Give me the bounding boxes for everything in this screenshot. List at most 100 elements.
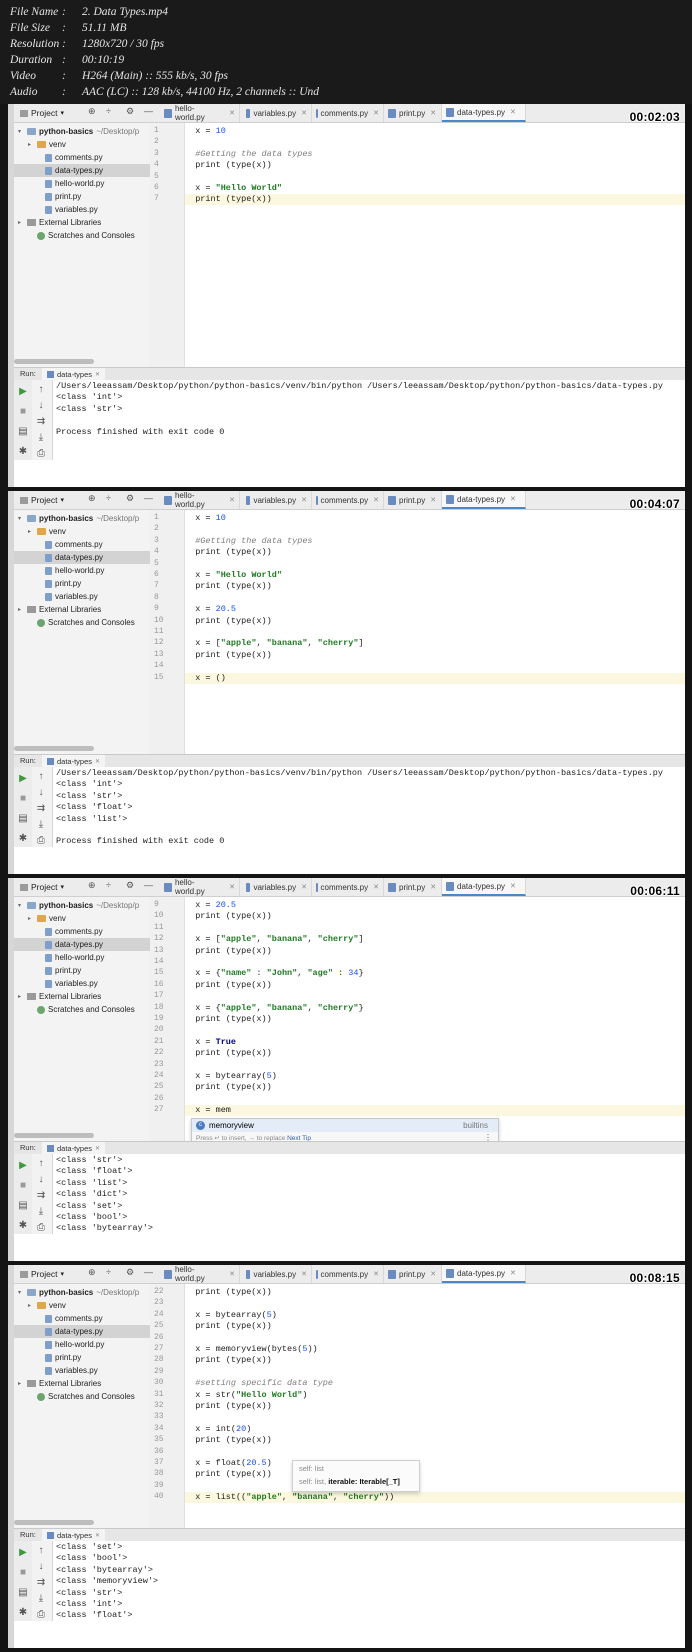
close-icon[interactable]: ✕: [301, 883, 307, 891]
horizontal-scrollbar[interactable]: [14, 1520, 94, 1525]
close-icon[interactable]: ✕: [510, 495, 516, 503]
tree-item[interactable]: data-types.py: [14, 551, 150, 564]
tree-item[interactable]: ▸ venv: [14, 912, 150, 925]
tree-item[interactable]: hello-world.py: [14, 951, 150, 964]
close-icon[interactable]: ✕: [301, 496, 307, 504]
close-icon[interactable]: ✕: [373, 1270, 379, 1278]
tree-item[interactable]: variables.py: [14, 977, 150, 990]
close-icon[interactable]: ✕: [229, 1270, 235, 1278]
close-icon[interactable]: ✕: [95, 371, 100, 378]
editor-tab[interactable]: variables.py ✕: [242, 1265, 312, 1283]
soft-wrap-icon[interactable]: ⇉: [35, 1190, 47, 1202]
tree-item[interactable]: comments.py: [14, 1312, 150, 1325]
down-arrow-icon[interactable]: ↓: [35, 400, 47, 412]
tree-item[interactable]: print.py: [14, 964, 150, 977]
crosshair-icon[interactable]: ⊕: [88, 1267, 96, 1278]
tree-item[interactable]: ▸ venv: [14, 1299, 150, 1312]
editor-tab[interactable]: hello-world.py ✕: [160, 878, 240, 896]
close-icon[interactable]: ✕: [229, 883, 235, 891]
tree-item[interactable]: data-types.py: [14, 1325, 150, 1338]
hide-icon[interactable]: —: [144, 493, 153, 503]
editor-tab[interactable]: variables.py ✕: [242, 491, 312, 509]
editor-tab[interactable]: hello-world.py ✕: [160, 491, 240, 509]
tree-root[interactable]: ▾ python-basics ~/Desktop/p: [14, 899, 150, 912]
editor-tab[interactable]: print.py ✕: [384, 1265, 442, 1283]
close-icon[interactable]: ✕: [430, 109, 436, 117]
stop-icon[interactable]: ■: [17, 1567, 29, 1579]
layout-icon[interactable]: ▤: [17, 1587, 29, 1599]
tree-external-libraries[interactable]: ▸ External Libraries: [14, 990, 150, 1003]
tree-item[interactable]: print.py: [14, 190, 150, 203]
pin-icon[interactable]: ✱: [17, 446, 29, 458]
close-icon[interactable]: ✕: [95, 758, 100, 765]
close-icon[interactable]: ✕: [95, 1145, 100, 1152]
code-editor[interactable]: print (type(x)) x = bytearray(5) print (…: [185, 1284, 685, 1528]
soft-wrap-icon[interactable]: ⇉: [35, 803, 47, 815]
up-arrow-icon[interactable]: ↑: [35, 771, 47, 783]
up-arrow-icon[interactable]: ↑: [35, 1158, 47, 1170]
close-icon[interactable]: ✕: [373, 496, 379, 504]
collapse-icon[interactable]: ÷: [106, 106, 111, 116]
editor-tab[interactable]: variables.py ✕: [242, 104, 312, 122]
scroll-to-end-icon[interactable]: ⤓: [35, 1593, 47, 1605]
hide-icon[interactable]: —: [144, 106, 153, 116]
tree-item[interactable]: comments.py: [14, 538, 150, 551]
tree-item[interactable]: ▸ venv: [14, 138, 150, 151]
tree-item[interactable]: comments.py: [14, 151, 150, 164]
close-icon[interactable]: ✕: [430, 1270, 436, 1278]
up-arrow-icon[interactable]: ↑: [35, 1545, 47, 1557]
pin-icon[interactable]: ✱: [17, 833, 29, 845]
project-dropdown[interactable]: Project ▾: [20, 879, 80, 895]
project-dropdown[interactable]: Project ▾: [20, 1266, 80, 1282]
editor-tab[interactable]: comments.py ✕: [312, 491, 384, 509]
layout-icon[interactable]: ▤: [17, 426, 29, 438]
close-icon[interactable]: ✕: [95, 1532, 100, 1539]
tree-item[interactable]: hello-world.py: [14, 564, 150, 577]
stop-icon[interactable]: ■: [17, 793, 29, 805]
tree-item[interactable]: print.py: [14, 1351, 150, 1364]
tree-root[interactable]: ▾ python-basics ~/Desktop/p: [14, 1286, 150, 1299]
close-icon[interactable]: ✕: [510, 882, 516, 890]
print-icon[interactable]: ⎙: [35, 448, 47, 460]
close-icon[interactable]: ✕: [301, 1270, 307, 1278]
down-arrow-icon[interactable]: ↓: [35, 787, 47, 799]
autocomplete-item[interactable]: c memoryview builtins: [192, 1118, 498, 1132]
up-arrow-icon[interactable]: ↑: [35, 384, 47, 396]
editor-tab[interactable]: hello-world.py ✕: [160, 104, 240, 122]
print-icon[interactable]: ⎙: [35, 1609, 47, 1621]
print-icon[interactable]: ⎙: [35, 1222, 47, 1234]
code-editor[interactable]: x = 10 #Getting the data types print (ty…: [185, 123, 685, 367]
tree-item[interactable]: variables.py: [14, 1364, 150, 1377]
print-icon[interactable]: ⎙: [35, 835, 47, 847]
collapse-icon[interactable]: ÷: [106, 1267, 111, 1277]
tree-item[interactable]: variables.py: [14, 203, 150, 216]
close-icon[interactable]: ✕: [510, 1269, 516, 1277]
tree-item[interactable]: variables.py: [14, 590, 150, 603]
tree-item[interactable]: data-types.py: [14, 164, 150, 177]
run-config-tab[interactable]: data-types ✕: [42, 368, 106, 380]
code-editor[interactable]: x = 10 #Getting the data types print (ty…: [185, 510, 685, 754]
close-icon[interactable]: ✕: [229, 496, 235, 504]
editor-tab[interactable]: data-types.py ✕: [442, 878, 526, 896]
close-icon[interactable]: ✕: [373, 883, 379, 891]
editor-tab[interactable]: variables.py ✕: [242, 878, 312, 896]
tree-root[interactable]: ▾ python-basics ~/Desktop/p: [14, 125, 150, 138]
tree-scratches[interactable]: Scratches and Consoles: [14, 229, 150, 242]
editor-tab[interactable]: print.py ✕: [384, 104, 442, 122]
tree-scratches[interactable]: Scratches and Consoles: [14, 616, 150, 629]
down-arrow-icon[interactable]: ↓: [35, 1561, 47, 1573]
close-icon[interactable]: ✕: [430, 496, 436, 504]
hide-icon[interactable]: —: [144, 1267, 153, 1277]
editor-tab[interactable]: print.py ✕: [384, 878, 442, 896]
close-icon[interactable]: ✕: [229, 109, 235, 117]
tree-root[interactable]: ▾ python-basics ~/Desktop/p: [14, 512, 150, 525]
gear-icon[interactable]: ⚙: [126, 106, 134, 117]
horizontal-scrollbar[interactable]: [14, 359, 94, 364]
tree-external-libraries[interactable]: ▸ External Libraries: [14, 216, 150, 229]
tree-scratches[interactable]: Scratches and Consoles: [14, 1390, 150, 1403]
collapse-icon[interactable]: ÷: [106, 493, 111, 503]
crosshair-icon[interactable]: ⊕: [88, 880, 96, 891]
editor-tab[interactable]: data-types.py ✕: [442, 104, 526, 122]
stop-icon[interactable]: ■: [17, 406, 29, 418]
tree-item[interactable]: hello-world.py: [14, 1338, 150, 1351]
